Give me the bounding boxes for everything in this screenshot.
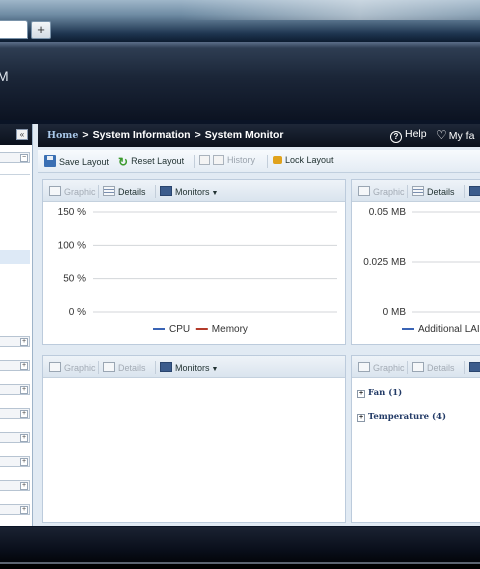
graph-icon <box>49 186 61 196</box>
y-tick-label: 0.05 MB <box>369 207 407 218</box>
help-icon: ? <box>390 131 402 143</box>
layout-toolbar: Save Layout ↻ Reset Layout History Lock L… <box>38 150 480 173</box>
legend-label: Memory <box>212 324 248 335</box>
sidebar-section[interactable]: + <box>0 384 30 395</box>
tree-item-temperature[interactable]: + Temperature (4) <box>357 412 446 422</box>
expand-icon[interactable]: + <box>20 386 28 394</box>
breadcrumb-home-link[interactable]: Home <box>47 130 78 141</box>
sidebar-section[interactable]: + <box>0 456 30 467</box>
widget-toolbar: Graphic Details <box>352 180 480 202</box>
details-button[interactable]: Details <box>412 186 455 197</box>
collapse-icon[interactable]: − <box>20 154 28 162</box>
monitors-dropdown[interactable] <box>469 186 480 197</box>
network-chart: 0.05 MB 0.025 MB 0 MB Additional LAI <box>363 207 480 335</box>
tree-item-fan[interactable]: + Fan (1) <box>357 388 402 398</box>
sidebar-section[interactable]: − <box>0 152 30 163</box>
widget-toolbar: Graphic Details <box>352 356 480 378</box>
table-icon <box>412 186 424 196</box>
sidebar-section[interactable]: + <box>0 360 30 371</box>
y-tick-label: 0 MB <box>383 307 407 318</box>
graph-icon <box>358 186 370 196</box>
y-tick-label: 0.025 MB <box>363 257 406 268</box>
graph-icon <box>358 362 370 372</box>
breadcrumb-system-information[interactable]: System Information <box>93 129 191 141</box>
graphic-button[interactable]: Graphic <box>358 362 405 373</box>
save-layout-button[interactable]: Save Layout <box>44 155 109 167</box>
y-tick-label: 150 % <box>58 207 86 218</box>
sidebar-section[interactable]: + <box>0 432 30 443</box>
title-bar-glass <box>180 0 480 20</box>
monitor-icon <box>160 362 172 372</box>
refresh-icon: ↻ <box>118 155 129 169</box>
save-icon <box>44 155 56 167</box>
history-button[interactable]: History <box>199 155 255 165</box>
breadcrumb-bar: Home > System Information > System Monitor ?… <box>38 124 480 147</box>
expand-icon[interactable]: + <box>20 410 28 418</box>
app-header: M <box>0 42 480 120</box>
widget-toolbar: Graphic Details Monitors ▼ <box>43 180 345 202</box>
collapse-sidebar-button[interactable]: « <box>16 129 28 140</box>
monitors-dropdown[interactable]: Monitors ▼ <box>160 362 218 373</box>
chevron-down-icon: ▼ <box>211 190 219 197</box>
main-panel: Home > System Information > System Monitor ?… <box>38 124 480 526</box>
expand-icon[interactable]: + <box>357 390 365 398</box>
heart-icon: ♡ <box>436 128 447 142</box>
table-icon <box>103 186 115 196</box>
details-button[interactable]: Details <box>103 186 146 197</box>
cpu-memory-widget: Graphic Details Monitors ▼ 150 % 100 % 50 %… <box>42 179 346 345</box>
sidebar-section[interactable]: + <box>0 336 30 347</box>
expand-icon[interactable]: + <box>20 434 28 442</box>
sidebar-section[interactable]: + <box>0 504 30 515</box>
taskbar-edge <box>0 562 480 569</box>
legend-label: Additional LAI <box>418 324 480 335</box>
monitor-icon <box>469 362 480 372</box>
window-icon <box>199 155 210 165</box>
expand-icon[interactable]: + <box>20 482 28 490</box>
browser-tab-strip: + <box>0 0 480 42</box>
lock-icon <box>273 156 282 164</box>
app-logo-text: M <box>0 68 10 84</box>
graph-icon <box>49 362 61 372</box>
sidebar-item-selected[interactable] <box>0 250 30 264</box>
graphic-button[interactable]: Graphic <box>49 186 96 197</box>
legend-label: CPU <box>169 324 190 335</box>
sidebar-section[interactable]: + <box>0 408 30 419</box>
help-link[interactable]: ? Help <box>390 128 427 143</box>
chevron-down-icon: ▼ <box>211 366 219 373</box>
chart-icon <box>213 155 224 165</box>
monitor-icon <box>160 186 172 196</box>
sidebar-section[interactable]: + <box>0 480 30 491</box>
table-icon <box>103 362 115 372</box>
graphic-button[interactable]: Graphic <box>358 186 405 197</box>
monitors-dropdown[interactable] <box>469 362 480 373</box>
sensors-widget: Graphic Details + Fan (1) + Temperature (4… <box>351 355 480 523</box>
details-button[interactable]: Details <box>412 362 455 373</box>
expand-icon[interactable]: + <box>357 414 365 422</box>
monitor-icon <box>469 186 480 196</box>
expand-icon[interactable]: + <box>20 362 28 370</box>
navigation-sidebar: « − + + + + + + + + <box>0 124 33 526</box>
sidebar-header: « <box>0 124 32 145</box>
new-tab-button[interactable]: + <box>31 21 51 39</box>
details-button[interactable]: Details <box>103 362 146 373</box>
cpu-memory-chart: 150 % 100 % 50 % 0 % CPU Memory <box>58 207 337 335</box>
empty-monitor-widget: Graphic Details Monitors ▼ <box>42 355 346 523</box>
favorites-link[interactable]: ♡ My fa <box>436 128 474 142</box>
graphic-button[interactable]: Graphic <box>49 362 96 373</box>
expand-icon[interactable]: + <box>20 338 28 346</box>
expand-icon[interactable]: + <box>20 506 28 514</box>
expand-icon[interactable]: + <box>20 458 28 466</box>
browser-tab[interactable] <box>0 20 28 39</box>
monitors-dropdown[interactable]: Monitors ▼ <box>160 186 218 197</box>
y-tick-label: 0 % <box>69 307 86 318</box>
page-title: System Monitor <box>204 129 284 141</box>
table-icon <box>412 362 424 372</box>
breadcrumb: Home > System Information > System Monitor <box>47 129 284 141</box>
network-widget: Graphic Details 0.05 MB 0.025 MB 0 MB Addit… <box>351 179 480 345</box>
reset-layout-button[interactable]: ↻ Reset Layout <box>118 155 184 169</box>
widget-toolbar: Graphic Details Monitors ▼ <box>43 356 345 378</box>
y-tick-label: 50 % <box>63 274 86 285</box>
y-tick-label: 100 % <box>58 240 86 251</box>
lock-layout-button[interactable]: Lock Layout <box>273 155 334 165</box>
